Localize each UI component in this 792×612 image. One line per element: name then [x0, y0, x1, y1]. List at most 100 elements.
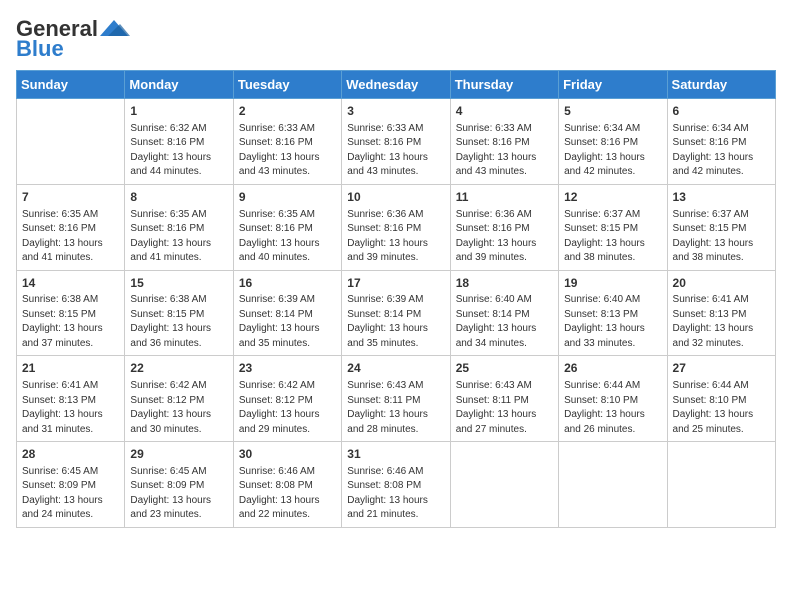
week-row-2: 7 Sunrise: 6:35 AMSunset: 8:16 PMDaylight…: [17, 184, 776, 270]
calendar-header-row: SundayMondayTuesdayWednesdayThursdayFrid…: [17, 71, 776, 99]
logo: General Blue: [16, 16, 130, 62]
day-number: 21: [22, 360, 119, 377]
logo-icon: [100, 18, 130, 40]
day-info: Sunrise: 6:45 AMSunset: 8:09 PMDaylight:…: [130, 465, 227, 523]
day-info: Sunrise: 6:35 AMSunset: 8:16 PMDaylight:…: [130, 208, 227, 266]
day-info: Sunrise: 6:33 AMSunset: 8:16 PMDaylight:…: [456, 122, 553, 180]
calendar-cell: 7 Sunrise: 6:35 AMSunset: 8:16 PMDaylight…: [17, 184, 125, 270]
calendar-cell: 4 Sunrise: 6:33 AMSunset: 8:16 PMDaylight…: [450, 99, 558, 185]
day-number: 13: [673, 189, 770, 206]
day-number: 25: [456, 360, 553, 377]
header-thursday: Thursday: [450, 71, 558, 99]
day-info: Sunrise: 6:36 AMSunset: 8:16 PMDaylight:…: [347, 208, 444, 266]
page-header: General Blue: [16, 16, 776, 62]
day-info: Sunrise: 6:33 AMSunset: 8:16 PMDaylight:…: [347, 122, 444, 180]
calendar-cell: 15Sunrise: 6:38 AMSunset: 8:15 PMDayligh…: [125, 270, 233, 356]
calendar-cell: 26 Sunrise: 6:44 AMSunset: 8:10 PMDayligh…: [559, 356, 667, 442]
header-wednesday: Wednesday: [342, 71, 450, 99]
day-info: Sunrise: 6:46 AMSunset: 8:08 PMDaylight:…: [347, 465, 444, 523]
day-info: Sunrise: 6:33 AMSunset: 8:16 PMDaylight:…: [239, 122, 336, 180]
calendar-cell: 6 Sunrise: 6:34 AMSunset: 8:16 PMDaylight…: [667, 99, 775, 185]
week-row-4: 21 Sunrise: 6:41 AMSunset: 8:13 PMDayligh…: [17, 356, 776, 442]
calendar-cell: 25Sunrise: 6:43 AMSunset: 8:11 PMDayligh…: [450, 356, 558, 442]
day-number: 10: [347, 189, 444, 206]
calendar-table: SundayMondayTuesdayWednesdayThursdayFrid…: [16, 70, 776, 528]
calendar-cell: 19Sunrise: 6:40 AMSunset: 8:13 PMDayligh…: [559, 270, 667, 356]
calendar-cell: 3 Sunrise: 6:33 AMSunset: 8:16 PMDaylight…: [342, 99, 450, 185]
day-info: Sunrise: 6:46 AMSunset: 8:08 PMDaylight:…: [239, 465, 336, 523]
day-number: 4: [456, 103, 553, 120]
header-sunday: Sunday: [17, 71, 125, 99]
header-monday: Monday: [125, 71, 233, 99]
week-row-3: 14 Sunrise: 6:38 AMSunset: 8:15 PMDayligh…: [17, 270, 776, 356]
logo-blue: Blue: [16, 36, 64, 62]
calendar-cell: 2 Sunrise: 6:33 AMSunset: 8:16 PMDaylight…: [233, 99, 341, 185]
day-number: 24: [347, 360, 444, 377]
calendar-cell: 9 Sunrise: 6:35 AMSunset: 8:16 PMDaylight…: [233, 184, 341, 270]
day-number: 23: [239, 360, 336, 377]
day-info: Sunrise: 6:37 AMSunset: 8:15 PMDaylight:…: [673, 208, 770, 266]
calendar-cell: 28 Sunrise: 6:45 AMSunset: 8:09 PMDayligh…: [17, 442, 125, 528]
day-info: Sunrise: 6:38 AMSunset: 8:15 PMDaylight:…: [130, 293, 227, 351]
calendar-cell: 31 Sunrise: 6:46 AMSunset: 8:08 PMDayligh…: [342, 442, 450, 528]
calendar-cell: [667, 442, 775, 528]
header-saturday: Saturday: [667, 71, 775, 99]
day-number: 22: [130, 360, 227, 377]
day-number: 12: [564, 189, 661, 206]
day-number: 29: [130, 446, 227, 463]
calendar-cell: 27 Sunrise: 6:44 AMSunset: 8:10 PMDayligh…: [667, 356, 775, 442]
day-info: Sunrise: 6:42 AMSunset: 8:12 PMDaylight:…: [239, 379, 336, 437]
day-number: 17: [347, 275, 444, 292]
calendar-cell: 17Sunrise: 6:39 AMSunset: 8:14 PMDayligh…: [342, 270, 450, 356]
calendar-cell: 11 Sunrise: 6:36 AMSunset: 8:16 PMDayligh…: [450, 184, 558, 270]
day-info: Sunrise: 6:44 AMSunset: 8:10 PMDaylight:…: [673, 379, 770, 437]
day-info: Sunrise: 6:35 AMSunset: 8:16 PMDaylight:…: [239, 208, 336, 266]
day-number: 20: [673, 275, 770, 292]
header-friday: Friday: [559, 71, 667, 99]
day-info: Sunrise: 6:35 AMSunset: 8:16 PMDaylight:…: [22, 208, 119, 266]
day-number: 7: [22, 189, 119, 206]
day-info: Sunrise: 6:40 AMSunset: 8:14 PMDaylight:…: [456, 293, 553, 351]
day-number: 11: [456, 189, 553, 206]
day-info: Sunrise: 6:44 AMSunset: 8:10 PMDaylight:…: [564, 379, 661, 437]
day-number: 3: [347, 103, 444, 120]
week-row-1: 1Sunrise: 6:32 AMSunset: 8:16 PMDaylight…: [17, 99, 776, 185]
calendar-cell: 22 Sunrise: 6:42 AMSunset: 8:12 PMDayligh…: [125, 356, 233, 442]
calendar-cell: 1Sunrise: 6:32 AMSunset: 8:16 PMDaylight…: [125, 99, 233, 185]
day-info: Sunrise: 6:39 AMSunset: 8:14 PMDaylight:…: [239, 293, 336, 351]
day-number: 8: [130, 189, 227, 206]
calendar-cell: 24 Sunrise: 6:43 AMSunset: 8:11 PMDayligh…: [342, 356, 450, 442]
day-number: 6: [673, 103, 770, 120]
day-number: 19: [564, 275, 661, 292]
day-info: Sunrise: 6:42 AMSunset: 8:12 PMDaylight:…: [130, 379, 227, 437]
day-info: Sunrise: 6:37 AMSunset: 8:15 PMDaylight:…: [564, 208, 661, 266]
calendar-cell: 16Sunrise: 6:39 AMSunset: 8:14 PMDayligh…: [233, 270, 341, 356]
day-number: 18: [456, 275, 553, 292]
day-number: 9: [239, 189, 336, 206]
calendar-cell: 5Sunrise: 6:34 AMSunset: 8:16 PMDaylight…: [559, 99, 667, 185]
day-info: Sunrise: 6:41 AMSunset: 8:13 PMDaylight:…: [22, 379, 119, 437]
day-info: Sunrise: 6:45 AMSunset: 8:09 PMDaylight:…: [22, 465, 119, 523]
day-number: 31: [347, 446, 444, 463]
day-number: 27: [673, 360, 770, 377]
calendar-cell: 20Sunrise: 6:41 AMSunset: 8:13 PMDayligh…: [667, 270, 775, 356]
day-number: 26: [564, 360, 661, 377]
calendar-cell: 12 Sunrise: 6:37 AMSunset: 8:15 PMDayligh…: [559, 184, 667, 270]
day-info: Sunrise: 6:40 AMSunset: 8:13 PMDaylight:…: [564, 293, 661, 351]
calendar-cell: [559, 442, 667, 528]
day-info: Sunrise: 6:34 AMSunset: 8:16 PMDaylight:…: [673, 122, 770, 180]
calendar-cell: 14Sunrise: 6:38 AMSunset: 8:15 PMDayligh…: [17, 270, 125, 356]
calendar-cell: 18Sunrise: 6:40 AMSunset: 8:14 PMDayligh…: [450, 270, 558, 356]
day-info: Sunrise: 6:43 AMSunset: 8:11 PMDaylight:…: [347, 379, 444, 437]
day-number: 2: [239, 103, 336, 120]
day-info: Sunrise: 6:34 AMSunset: 8:16 PMDaylight:…: [564, 122, 661, 180]
calendar-cell: 23 Sunrise: 6:42 AMSunset: 8:12 PMDayligh…: [233, 356, 341, 442]
day-info: Sunrise: 6:36 AMSunset: 8:16 PMDaylight:…: [456, 208, 553, 266]
day-number: 1: [130, 103, 227, 120]
day-number: 15: [130, 275, 227, 292]
calendar-cell: [17, 99, 125, 185]
day-number: 14: [22, 275, 119, 292]
week-row-5: 28 Sunrise: 6:45 AMSunset: 8:09 PMDayligh…: [17, 442, 776, 528]
day-number: 28: [22, 446, 119, 463]
calendar-cell: 8 Sunrise: 6:35 AMSunset: 8:16 PMDaylight…: [125, 184, 233, 270]
